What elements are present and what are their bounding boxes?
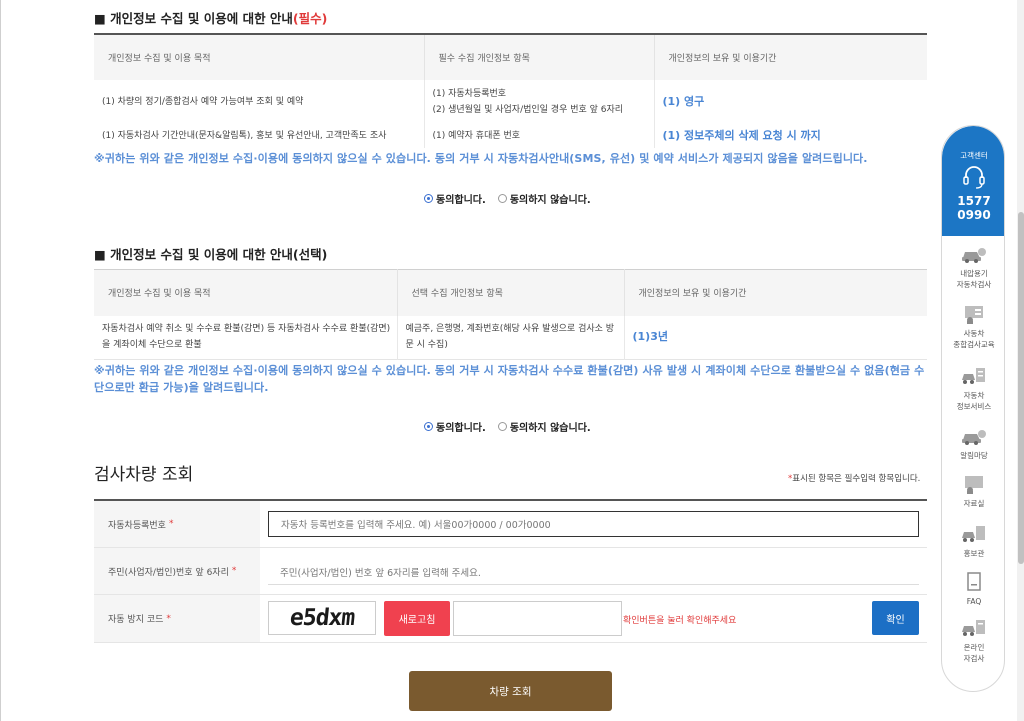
notice-car-icon bbox=[962, 430, 986, 445]
section2-table: 개인정보 수집 및 이용 목적 선택 수집 개인정보 항목 개인정보의 보유 및… bbox=[94, 269, 927, 360]
captcha-input[interactable] bbox=[453, 601, 622, 636]
lookup-title: 검사차량 조회 bbox=[94, 465, 194, 485]
section1-row2-period: (1) 정보주체의 삭제 요청 시 까지 bbox=[662, 129, 821, 142]
section2-row-items: 예금주, 은행명, 계좌번호(해당 사유 발생으로 검사소 방문 시 수집) bbox=[397, 315, 625, 360]
id-input[interactable]: 주민(사업자/법인) 번호 앞 6자리를 입력해 주세요. bbox=[268, 559, 919, 585]
customer-center-phone: 1577 0990 bbox=[957, 194, 991, 222]
promo-icon bbox=[962, 526, 985, 542]
side-item-3[interactable]: 자동차 정보서비스 bbox=[942, 366, 1004, 412]
radio-checked-icon bbox=[424, 194, 433, 203]
online-icon bbox=[962, 620, 985, 636]
section1-table: 개인정보 수집 및 이용 목적 필수 수집 개인정보 항목 개인정보의 보유 및… bbox=[94, 33, 927, 148]
side-item-5[interactable]: 자료실 bbox=[942, 474, 1004, 509]
radio-unchecked-icon bbox=[497, 194, 507, 203]
table-row: (1) 차량의 정기/종합검사 예약 가능여부 조회 및 예약 (1) 자동차등… bbox=[94, 80, 927, 124]
radio-checked-icon bbox=[424, 422, 433, 431]
captcha-image: e5dxm bbox=[268, 601, 376, 635]
section1-row2-purpose: (1) 자동차검사 기간안내(문자&알림톡), 홍보 및 유선안내, 고객만족도… bbox=[94, 124, 425, 148]
scrollbar-thumb[interactable] bbox=[1018, 212, 1024, 564]
submit-button[interactable]: 차량 조회 bbox=[409, 671, 612, 711]
section2-agree-radio[interactable]: 동의합니다. bbox=[424, 419, 486, 434]
page: ■ 개인정보 수집 및 이용에 대한 안내(필수) 개인정보 수집 및 이용 목… bbox=[0, 0, 1024, 721]
car-icon bbox=[962, 248, 986, 263]
plate-input[interactable]: 자동차 등록번호를 입력해 주세요. 예) 서울00가0000 / 00가000… bbox=[268, 511, 919, 537]
faq-icon bbox=[967, 572, 981, 591]
radio-unchecked-icon bbox=[497, 422, 507, 431]
side-item-8[interactable]: 온라인 자검사 bbox=[942, 618, 1004, 664]
education-icon bbox=[965, 306, 983, 324]
side-item-1[interactable]: 내압용기 자동차검사 bbox=[942, 246, 1004, 290]
headset-icon bbox=[963, 166, 985, 189]
section2-header-items: 선택 수집 개인정보 항목 bbox=[397, 269, 625, 316]
customer-center-label: 고객센터 bbox=[960, 151, 988, 160]
section1-header-period: 개인정보의 보유 및 이용기간 bbox=[654, 34, 927, 80]
section1-title: ■ 개인정보 수집 및 이용에 대한 안내(필수) bbox=[94, 11, 328, 26]
section1-row1-items: (1) 자동차등록번호 (2) 생년월일 및 사업자/법인일 경우 번호 앞 6자… bbox=[424, 80, 655, 124]
section2-header-period: 개인정보의 보유 및 이용기간 bbox=[624, 269, 927, 316]
confirm-button[interactable]: 확인 bbox=[872, 601, 919, 635]
section1-row1-purpose: (1) 차량의 정기/종합검사 예약 가능여부 조회 및 예약 bbox=[94, 80, 425, 124]
side-item-4[interactable]: 알림마당 bbox=[942, 428, 1004, 461]
id-label: 주민(사업자/법인)번호 앞 6자리 * bbox=[94, 548, 260, 594]
section1-header-items: 필수 수집 개인정보 항목 bbox=[424, 34, 655, 80]
info-service-icon bbox=[962, 368, 985, 384]
section2-disagree-radio[interactable]: 동의하지 않습니다. bbox=[497, 419, 591, 434]
section1-row1-period: (1) 영구 bbox=[662, 95, 705, 108]
section2-notice: ※귀하는 위와 같은 개인정보 수집·이용에 동의하지 않으실 수 있습니다. … bbox=[94, 364, 925, 394]
required-note: *표시된 항목은 필수입력 항목입니다. bbox=[788, 474, 921, 484]
side-item-2[interactable]: 사동차 종합검사교육 bbox=[942, 304, 1004, 350]
captcha-label: 자동 방지 코드 * bbox=[94, 595, 260, 642]
section2-row-period: (1)3년 bbox=[632, 330, 668, 344]
section1-consent: 동의합니다. 동의하지 않습니다. bbox=[424, 191, 591, 206]
section2-consent: 동의합니다. 동의하지 않습니다. bbox=[424, 419, 591, 434]
refresh-button[interactable]: 새로고침 bbox=[384, 601, 450, 636]
captcha-message: 확인버튼을 눌러 확인해주세요 bbox=[623, 616, 737, 626]
side-item-6[interactable]: 홍보관 bbox=[942, 524, 1004, 559]
section1-agree-radio[interactable]: 동의합니다. bbox=[424, 191, 486, 206]
customer-center[interactable]: 고객센터 1577 0990 bbox=[942, 126, 1004, 236]
side-item-7[interactable]: FAQ bbox=[942, 572, 1004, 607]
side-quick-menu: 고객센터 1577 0990 내압용기 자동차검사 사동차 종합검사교육 자동차 정보서… bbox=[941, 125, 1005, 692]
section1-notice: ※귀하는 위와 같은 개인정보 수집·이용에 동의하지 않으실 수 있습니다. … bbox=[94, 152, 868, 165]
table-row: (1) 자동차검사 기간안내(문자&알림톡), 홍보 및 유선안내, 고객만족도… bbox=[94, 124, 927, 148]
section2-header-purpose: 개인정보 수집 및 이용 목적 bbox=[94, 269, 398, 316]
plate-label: 자동차등록번호 * bbox=[94, 501, 260, 547]
archive-icon bbox=[965, 476, 983, 494]
section1-row2-items: (1) 예약자 휴대폰 번호 bbox=[424, 124, 655, 148]
section2-title: ■ 개인정보 수집 및 이용에 대한 안내(선택) bbox=[94, 247, 328, 262]
section2-row-purpose: 자동차검사 예약 취소 및 수수료 환불(감면) 등 자동차검사 수수료 환불(… bbox=[94, 315, 398, 360]
section1-header-purpose: 개인정보 수집 및 이용 목적 bbox=[94, 34, 425, 80]
section1-disagree-radio[interactable]: 동의하지 않습니다. bbox=[497, 191, 591, 206]
table-row: 자동차검사 예약 취소 및 수수료 환불(감면) 등 자동차검사 수수료 환불(… bbox=[94, 315, 927, 360]
